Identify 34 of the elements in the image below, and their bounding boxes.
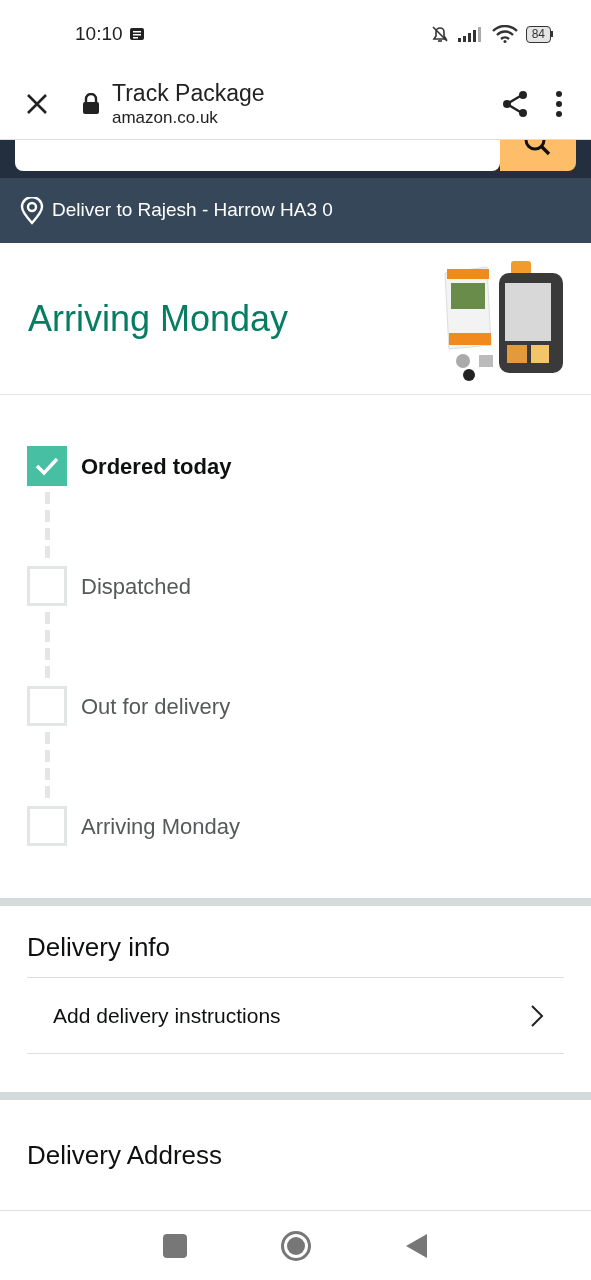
back-icon — [405, 1233, 428, 1258]
location-bar[interactable]: Deliver to Rajesh - Harrow HA3 0 — [0, 178, 591, 243]
battery-indicator: 84 — [525, 25, 553, 43]
dashed-connector — [44, 732, 50, 800]
share-icon — [500, 88, 530, 119]
dashed-connector — [44, 492, 50, 560]
delivery-instructions-row[interactable]: Add delivery instructions — [27, 978, 564, 1054]
page-url: amazon.co.uk — [112, 106, 219, 129]
step-label: Ordered today — [81, 452, 232, 481]
status-time: 10:10 — [75, 21, 123, 46]
location-pin-icon — [20, 196, 44, 225]
search-icon — [523, 140, 553, 158]
more-options-icon — [555, 90, 563, 117]
page-title: Track Package — [112, 78, 266, 107]
section-heading: Delivery info — [27, 931, 172, 964]
chevron-right-icon — [530, 1003, 544, 1028]
home-button[interactable] — [280, 1230, 311, 1261]
message-icon — [128, 27, 145, 41]
recent-apps-button[interactable] — [162, 1233, 187, 1258]
arrival-heading: Arriving Monday — [28, 296, 289, 341]
back-button[interactable] — [404, 1232, 429, 1259]
close-icon — [25, 91, 49, 116]
dashed-connector — [44, 612, 50, 680]
search-button[interactable] — [500, 140, 576, 171]
muted-bell-icon — [429, 24, 450, 44]
signal-icon — [457, 26, 484, 42]
checkmark-icon — [35, 456, 59, 476]
step-label: Arriving Monday — [81, 812, 240, 841]
section-heading: Delivery Address — [27, 1139, 224, 1172]
wifi-icon — [491, 25, 518, 43]
step-label: Dispatched — [81, 572, 192, 601]
step-label: Out for delivery — [81, 692, 231, 721]
search-field[interactable] — [15, 140, 500, 171]
lock-icon — [82, 92, 100, 115]
